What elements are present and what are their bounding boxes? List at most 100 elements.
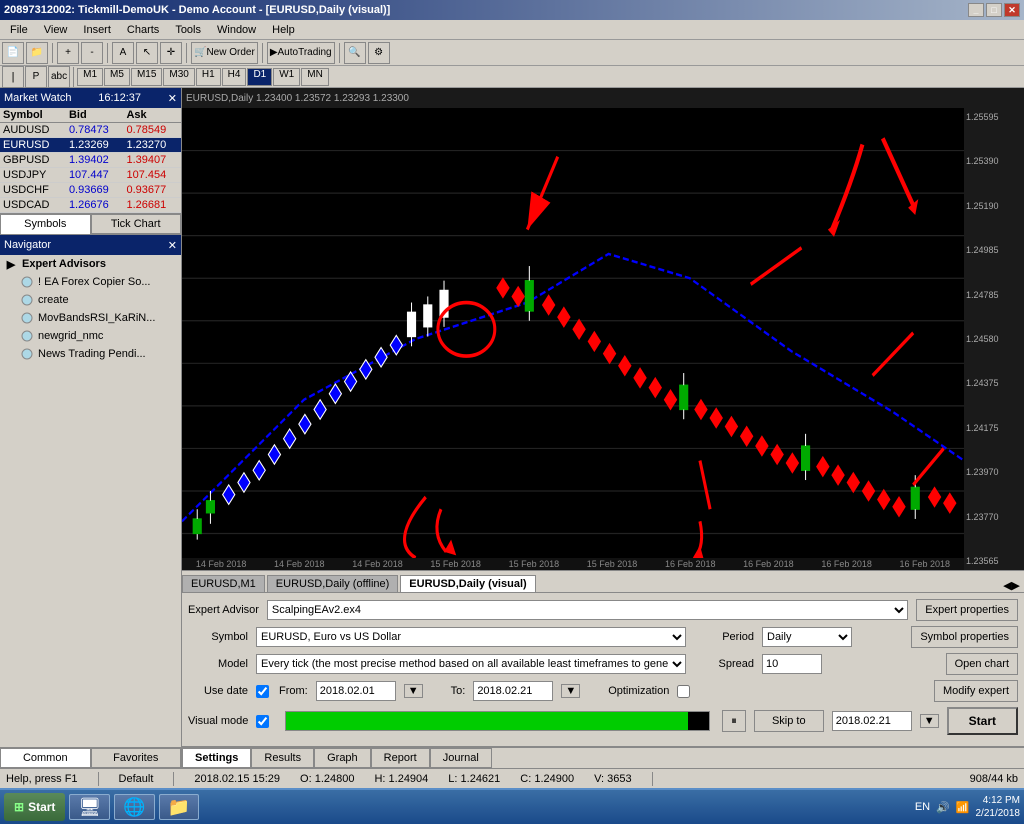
- market-row[interactable]: AUDUSD0.784730.78549: [0, 123, 181, 138]
- to-date-input[interactable]: [473, 681, 553, 701]
- market-watch-close[interactable]: ✕: [168, 92, 177, 105]
- ea-select[interactable]: ScalpingEAv2.ex4: [267, 600, 908, 620]
- market-row[interactable]: USDJPY107.447107.454: [0, 168, 181, 183]
- nav-item[interactable]: create: [0, 291, 181, 309]
- skip-to-btn[interactable]: Skip to: [754, 710, 824, 732]
- market-row[interactable]: EURUSD1.232691.23270: [0, 138, 181, 153]
- new-order-btn[interactable]: 🛒 New Order: [191, 42, 258, 64]
- tf-w1[interactable]: W1: [273, 68, 300, 86]
- tab-graph[interactable]: Graph: [314, 748, 371, 768]
- skip-to-date-input[interactable]: [832, 711, 912, 731]
- crosshair-btn[interactable]: ✛: [160, 42, 182, 64]
- bid-cell: 0.93669: [66, 183, 124, 198]
- start-button[interactable]: ⊞ Start: [4, 793, 65, 821]
- market-row[interactable]: USDCHF0.936690.93677: [0, 183, 181, 198]
- tf-m1[interactable]: M1: [77, 68, 103, 86]
- chart-canvas[interactable]: 14 Feb 2018 14 Feb 2018 14 Feb 2018 15 F…: [182, 108, 964, 570]
- nav-tab-common[interactable]: Common: [0, 748, 91, 768]
- zoom-in-btn[interactable]: +: [57, 42, 79, 64]
- start-btn[interactable]: Start: [947, 707, 1018, 735]
- menu-insert[interactable]: Insert: [75, 22, 119, 38]
- modify-expert-btn[interactable]: Modify expert: [934, 680, 1018, 702]
- zoom-out-btn[interactable]: -: [81, 42, 103, 64]
- menu-help[interactable]: Help: [264, 22, 303, 38]
- abc-btn[interactable]: abc: [48, 66, 70, 88]
- nav-item[interactable]: newgrid_nmc: [0, 327, 181, 345]
- menu-file[interactable]: File: [2, 22, 36, 38]
- tab-report[interactable]: Report: [371, 748, 430, 768]
- taskbar-tray: EN 🔊 📶 4:12 PM 2/21/2018: [915, 794, 1020, 820]
- expert-properties-btn[interactable]: Expert properties: [916, 599, 1018, 621]
- spread-input[interactable]: [762, 654, 822, 674]
- symbol-properties-btn[interactable]: Symbol properties: [911, 626, 1018, 648]
- menu-view[interactable]: View: [36, 22, 76, 38]
- ask-cell: 1.23270: [123, 138, 181, 153]
- folder-icon: ▶: [4, 257, 18, 271]
- market-watch-table: Symbol Bid Ask AUDUSD0.784730.78549EURUS…: [0, 108, 181, 213]
- close-btn[interactable]: ✕: [1004, 3, 1020, 17]
- tab-results[interactable]: Results: [251, 748, 314, 768]
- period-select[interactable]: Daily: [762, 627, 852, 647]
- taskbar-folder-icon[interactable]: 📁: [159, 794, 199, 820]
- tab-settings[interactable]: Settings: [182, 748, 251, 768]
- taskbar-chrome-icon[interactable]: 🌐: [114, 794, 154, 820]
- model-select[interactable]: Every tick (the most precise method base…: [256, 654, 686, 674]
- menu-charts[interactable]: Charts: [119, 22, 167, 38]
- line-studies-btn[interactable]: A: [112, 42, 134, 64]
- optimization-checkbox[interactable]: [677, 685, 690, 698]
- navigator-tabs: Common Favorites: [0, 747, 181, 768]
- skip-cal-btn[interactable]: ▼: [920, 714, 939, 728]
- tab-tick-chart[interactable]: Tick Chart: [91, 214, 182, 234]
- line-tool-btn[interactable]: |: [2, 66, 24, 88]
- use-date-checkbox[interactable]: [256, 685, 269, 698]
- settings-btn[interactable]: ⚙: [368, 42, 390, 64]
- maximize-btn[interactable]: □: [986, 3, 1002, 17]
- nav-item[interactable]: ▶Expert Advisors: [0, 255, 181, 273]
- search-btn[interactable]: 🔍: [344, 42, 366, 64]
- minimize-btn[interactable]: _: [968, 3, 984, 17]
- symbol-cell: AUDUSD: [0, 123, 66, 138]
- chart-tab-daily-offline[interactable]: EURUSD,Daily (offline): [267, 575, 399, 592]
- nav-item-label: News Trading Pendi...: [38, 348, 146, 360]
- tf-m5[interactable]: M5: [104, 68, 130, 86]
- nav-item[interactable]: MovBandsRSI_KaRiN...: [0, 309, 181, 327]
- open-btn[interactable]: 📁: [26, 42, 48, 64]
- chart-scroll-arrows[interactable]: ◀ ▶: [1003, 579, 1024, 592]
- tf-h1[interactable]: H1: [196, 68, 221, 86]
- tf-d1[interactable]: D1: [247, 68, 272, 86]
- chart-tab-m1[interactable]: EURUSD,M1: [182, 575, 265, 592]
- nav-item[interactable]: ! EA Forex Copier So...: [0, 273, 181, 291]
- bid-cell: 1.39402: [66, 153, 124, 168]
- menu-tools[interactable]: Tools: [167, 22, 209, 38]
- tf-h4[interactable]: H4: [222, 68, 247, 86]
- open-chart-btn[interactable]: Open chart: [946, 653, 1018, 675]
- market-row[interactable]: USDCAD1.266761.26681: [0, 198, 181, 213]
- from-date-input[interactable]: [316, 681, 396, 701]
- close-text: C: 1.24900: [520, 773, 574, 785]
- autotrading-btn[interactable]: ▶ AutoTrading: [267, 42, 335, 64]
- visual-mode-checkbox[interactable]: [256, 715, 269, 728]
- cal-btn-to[interactable]: ▼: [561, 684, 580, 698]
- market-watch-header: Market Watch 16:12:37 ✕: [0, 88, 181, 108]
- market-row[interactable]: GBPUSD1.394021.39407: [0, 153, 181, 168]
- tf-m15[interactable]: M15: [131, 68, 162, 86]
- tab-symbols[interactable]: Symbols: [0, 214, 91, 234]
- ea-label: Expert Advisor: [188, 604, 259, 616]
- cal-btn-from[interactable]: ▼: [404, 684, 423, 698]
- cursor-btn[interactable]: ↖: [136, 42, 158, 64]
- taskbar-terminal-icon[interactable]: 🖥: [69, 794, 110, 820]
- tab-journal[interactable]: Journal: [430, 748, 492, 768]
- symbol-select[interactable]: EURUSD, Euro vs US Dollar: [256, 627, 686, 647]
- nav-item[interactable]: News Trading Pendi...: [0, 345, 181, 363]
- title-buttons[interactable]: _ □ ✕: [968, 3, 1020, 17]
- period-btn[interactable]: P: [25, 66, 47, 88]
- tf-mn[interactable]: MN: [301, 68, 329, 86]
- menu-window[interactable]: Window: [209, 22, 264, 38]
- pause-btn[interactable]: ⏸: [722, 710, 746, 732]
- new-chart-btn[interactable]: 📄: [2, 42, 24, 64]
- navigator-close[interactable]: ✕: [168, 239, 177, 252]
- ea-icon: [20, 275, 34, 289]
- tf-m30[interactable]: M30: [163, 68, 194, 86]
- nav-tab-favorites[interactable]: Favorites: [91, 748, 182, 768]
- chart-tab-daily-visual[interactable]: EURUSD,Daily (visual): [400, 575, 535, 592]
